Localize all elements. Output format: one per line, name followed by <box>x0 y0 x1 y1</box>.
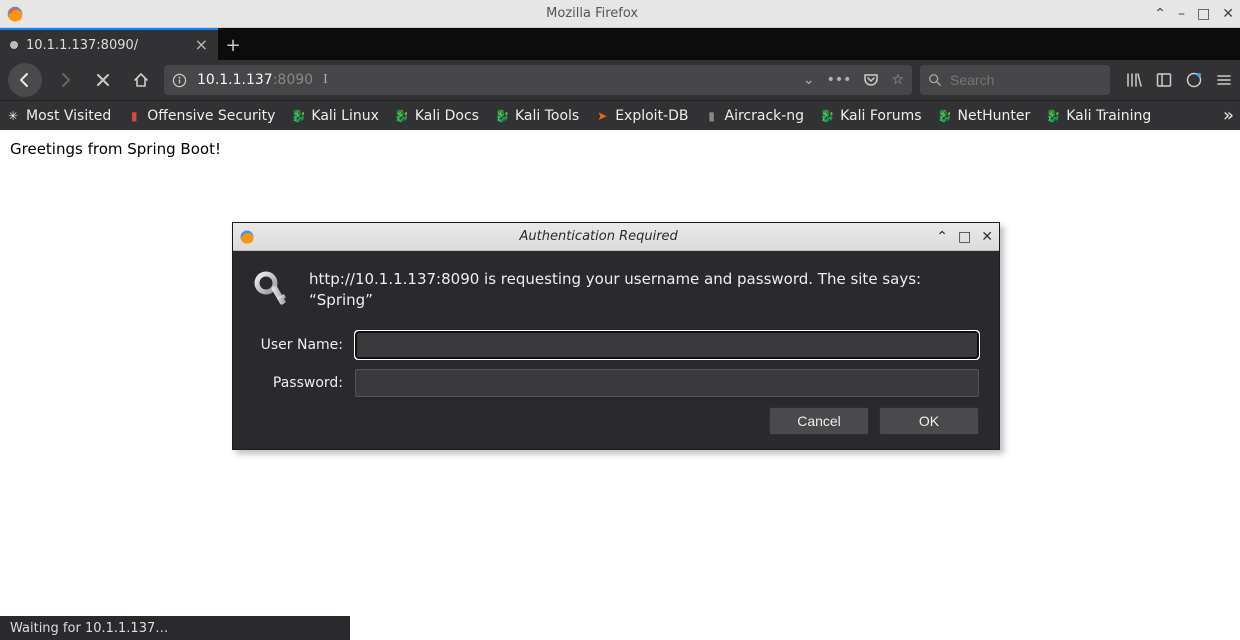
tab-active[interactable]: 10.1.1.137:8090/ × <box>0 28 218 60</box>
addon-indicator-icon[interactable] <box>1186 72 1202 88</box>
bookmark-nethunter[interactable]: 🐉 NetHunter <box>938 108 1031 124</box>
page-body-text: Greetings from Spring Boot! <box>10 140 221 158</box>
url-text: 10.1.1.137:8090 <box>197 72 313 88</box>
bug-icon: ➤ <box>595 109 609 123</box>
bookmark-kali-linux[interactable]: 🐉 Kali Linux <box>291 108 378 124</box>
window-close-icon[interactable]: ✕ <box>1222 6 1234 22</box>
dragon-icon: 🐉 <box>1046 109 1060 123</box>
stop-button[interactable] <box>88 65 118 95</box>
bookmark-star-icon[interactable]: ☆ <box>891 72 904 88</box>
key-icon <box>253 270 291 310</box>
auth-dialog: Authentication Required ⌃ □ ✕ <box>232 222 1000 450</box>
search-box[interactable] <box>920 65 1110 95</box>
bookmark-kali-docs[interactable]: 🐉 Kali Docs <box>395 108 479 124</box>
window-maximize-icon[interactable]: □ <box>1197 6 1210 22</box>
window-title: Mozilla Firefox <box>30 6 1154 21</box>
dragon-icon: 🐉 <box>291 109 305 123</box>
bookmarks-bar: ✳ Most Visited ▮ Offensive Security 🐉 Ka… <box>0 100 1240 130</box>
bookmark-icon: ▮ <box>127 109 141 123</box>
dialog-titlebar: Authentication Required ⌃ □ ✕ <box>233 223 999 251</box>
text-cursor-icon: I <box>323 72 328 88</box>
username-label: User Name: <box>253 337 343 353</box>
library-icon[interactable] <box>1126 72 1142 88</box>
username-input[interactable] <box>355 331 979 359</box>
tab-close-icon[interactable]: × <box>195 37 208 53</box>
home-button[interactable] <box>126 65 156 95</box>
forward-button[interactable] <box>50 65 80 95</box>
status-text: Waiting for 10.1.1.137… <box>10 621 168 636</box>
status-bar: Waiting for 10.1.1.137… <box>0 616 350 640</box>
search-input[interactable] <box>950 72 1102 88</box>
cancel-button[interactable]: Cancel <box>769 407 869 435</box>
new-tab-button[interactable]: + <box>218 30 248 60</box>
firefox-logo-icon <box>239 229 255 245</box>
dragon-icon: 🐉 <box>938 109 952 123</box>
bookmark-exploit-db[interactable]: ➤ Exploit-DB <box>595 108 688 124</box>
tab-bar: 10.1.1.137:8090/ × + <box>0 28 1240 60</box>
dialog-title: Authentication Required <box>261 229 936 244</box>
bookmark-aircrack[interactable]: ▮ Aircrack-ng <box>705 108 805 124</box>
dialog-close-icon[interactable]: ✕ <box>981 229 993 245</box>
bookmark-kali-forums[interactable]: 🐉 Kali Forums <box>820 108 921 124</box>
chevron-down-icon[interactable]: ⌄ <box>803 72 815 88</box>
dragon-icon: 🐉 <box>495 109 509 123</box>
firefox-logo-icon <box>6 5 24 23</box>
search-icon <box>928 73 942 87</box>
window-minimize-icon[interactable]: – <box>1178 6 1185 22</box>
dialog-maximize-icon[interactable]: □ <box>958 229 971 245</box>
bookmark-kali-tools[interactable]: 🐉 Kali Tools <box>495 108 579 124</box>
bookmarks-overflow-icon[interactable]: » <box>1223 105 1234 126</box>
nav-toolbar: 10.1.1.137:8090 I ⌄ ••• ☆ <box>0 60 1240 100</box>
site-info-icon[interactable] <box>172 73 187 88</box>
back-button[interactable] <box>8 63 42 97</box>
window-roll-icon[interactable]: ⌃ <box>1154 6 1166 22</box>
tab-title: 10.1.1.137:8090/ <box>26 38 189 53</box>
url-bar[interactable]: 10.1.1.137:8090 I ⌄ ••• ☆ <box>164 65 912 95</box>
wifi-icon: ▮ <box>705 109 719 123</box>
pocket-icon[interactable] <box>863 72 879 88</box>
dragon-icon: 🐉 <box>820 109 834 123</box>
password-input[interactable] <box>355 369 979 397</box>
dialog-message: http://10.1.1.137:8090 is requesting you… <box>309 269 979 311</box>
hamburger-menu-icon[interactable] <box>1216 72 1232 88</box>
os-titlebar: Mozilla Firefox ⌃ – □ ✕ <box>0 0 1240 28</box>
sidebar-icon[interactable] <box>1156 72 1172 88</box>
dialog-roll-icon[interactable]: ⌃ <box>936 229 948 245</box>
dragon-icon: 🐉 <box>395 109 409 123</box>
page-actions-icon[interactable]: ••• <box>827 72 852 88</box>
bookmark-most-visited[interactable]: ✳ Most Visited <box>6 108 111 124</box>
loading-dot-icon <box>10 41 18 49</box>
bookmark-kali-training[interactable]: 🐉 Kali Training <box>1046 108 1151 124</box>
password-label: Password: <box>253 375 343 391</box>
bookmark-offensive-security[interactable]: ▮ Offensive Security <box>127 108 275 124</box>
ok-button[interactable]: OK <box>879 407 979 435</box>
gear-icon: ✳ <box>6 109 20 123</box>
